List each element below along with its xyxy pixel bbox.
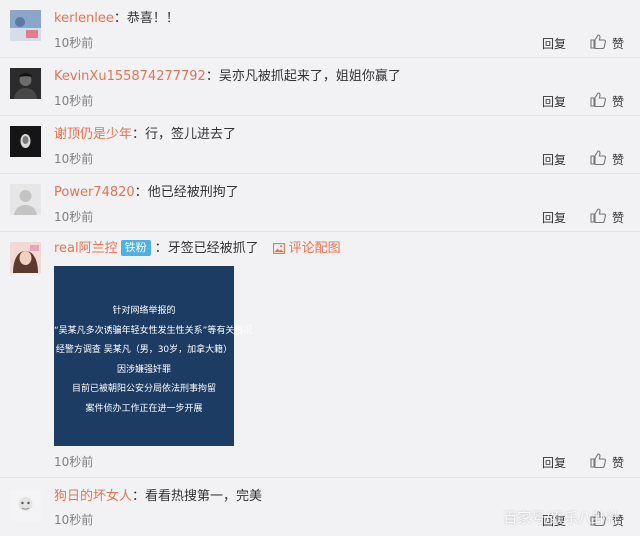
username-link[interactable]: Power74820	[54, 185, 135, 200]
comment-text: 恭喜！！	[126, 11, 179, 26]
like-label: 赞	[611, 36, 624, 51]
comment-picture[interactable]: 针对网络举报的 “吴某凡多次诱骗年轻女性发生性关系”等有关情况 经警方调查 吴某…	[54, 266, 253, 446]
poster-line: 目前已被朝阳公安分局依法刑事拘留	[71, 384, 216, 394]
avatar[interactable]	[10, 126, 41, 157]
reply-button[interactable]: 回复	[542, 151, 566, 168]
thumbs-up-icon	[590, 453, 612, 471]
username-link[interactable]: real阿兰控	[54, 241, 118, 256]
reply-button[interactable]: 回复	[542, 93, 566, 110]
username-link[interactable]: 狗日的坏女人	[54, 489, 132, 504]
comment-actions: 回复 赞	[542, 34, 624, 52]
poster-line: 经警方调查 吴某凡（男，30岁，加拿大籍）	[55, 345, 233, 355]
username-link[interactable]: 谢顶仍是少年	[54, 127, 132, 142]
comment-text: 他已经被刑拘了	[147, 185, 239, 200]
comment-text: 看看热搜第一，完美	[145, 489, 263, 504]
comment-line: real阿兰控 铁粉 ：牙签已经被抓了 评论配图	[54, 240, 341, 258]
username-link[interactable]: kerlenlee	[54, 11, 114, 26]
avatar[interactable]	[10, 68, 41, 99]
avatar[interactable]	[10, 490, 41, 521]
comment-line: Power74820：他已经被刑拘了	[54, 184, 239, 202]
image-icon	[272, 241, 289, 256]
thumbs-up-icon	[590, 92, 612, 110]
comment-colon: ：	[113, 11, 127, 26]
watermark: 百家号/娱乐八卦社	[503, 511, 620, 527]
like-button[interactable]: 赞	[590, 150, 624, 168]
comment-time: 10秒前	[54, 152, 94, 166]
comment-time: 10秒前	[54, 455, 94, 469]
comment-time: 10秒前	[54, 210, 94, 224]
comment-line: 谢顶仍是少年：行，签儿进去了	[54, 126, 236, 144]
comment-item: Power74820：他已经被刑拘了 10秒前 回复 赞	[0, 174, 640, 232]
fan-badge: 铁粉	[120, 240, 151, 256]
poster-line: 因涉嫌强奸罪	[116, 364, 171, 375]
poster-line: 针对网络举报的	[112, 306, 176, 316]
comment-line: kerlenlee：恭喜！！	[54, 10, 179, 28]
avatar[interactable]	[10, 184, 41, 215]
like-label: 赞	[611, 94, 624, 109]
comment-text: 吴亦凡被抓起来了，姐姐你赢了	[218, 69, 401, 84]
picture-link-label: 评论配图	[288, 241, 341, 256]
comment-line: KevinXu155874277792：吴亦凡被抓起来了，姐姐你赢了	[54, 68, 401, 86]
thumbs-up-icon	[590, 208, 612, 226]
comment-colon: ：	[132, 489, 146, 504]
comment-time: 10秒前	[54, 513, 94, 527]
thumbs-up-icon	[590, 34, 612, 52]
like-button[interactable]: 赞	[590, 208, 624, 226]
username-link[interactable]: KevinXu155874277792	[54, 69, 206, 84]
comment-item: 谢顶仍是少年：行，签儿进去了 10秒前 回复 赞	[0, 116, 640, 174]
comment-colon: ：	[154, 241, 168, 256]
like-button[interactable]: 赞	[590, 453, 624, 471]
comment-actions: 回复 赞	[542, 150, 624, 168]
comment-actions: 回复 赞	[542, 453, 624, 471]
comment-actions: 回复 赞	[542, 208, 624, 226]
comment-line: 狗日的坏女人：看看热搜第一，完美	[54, 488, 262, 506]
reply-button[interactable]: 回复	[542, 209, 566, 226]
comment-item: kerlenlee：恭喜！！ 10秒前 回复 赞	[0, 0, 640, 58]
comment-colon: ：	[134, 185, 148, 200]
comment-colon: ：	[132, 127, 146, 142]
comment-picture-link[interactable]: 评论配图	[272, 241, 341, 256]
thumbs-up-icon	[590, 150, 612, 168]
reply-button[interactable]: 回复	[542, 454, 566, 471]
like-label: 赞	[611, 455, 624, 470]
like-button[interactable]: 赞	[590, 34, 624, 52]
like-button[interactable]: 赞	[590, 92, 624, 110]
comment-colon: ：	[205, 69, 219, 84]
comment-text: 牙签已经被抓了	[167, 241, 259, 256]
comment-time: 10秒前	[54, 94, 94, 108]
comment-text: 行，签儿进去了	[145, 127, 237, 142]
avatar[interactable]	[10, 242, 41, 273]
avatar[interactable]	[10, 10, 41, 41]
like-label: 赞	[611, 210, 624, 225]
comment-item: KevinXu155874277792：吴亦凡被抓起来了，姐姐你赢了 10秒前 …	[0, 58, 640, 116]
comment-actions: 回复 赞	[542, 92, 624, 110]
like-label: 赞	[611, 152, 624, 167]
comment-time: 10秒前	[54, 36, 94, 50]
poster-line: 案件侦办工作正在进一步开展	[85, 403, 203, 414]
reply-button[interactable]: 回复	[542, 35, 566, 52]
poster-line: “吴某凡多次诱骗年轻女性发生性关系”等有关情况	[54, 325, 253, 336]
